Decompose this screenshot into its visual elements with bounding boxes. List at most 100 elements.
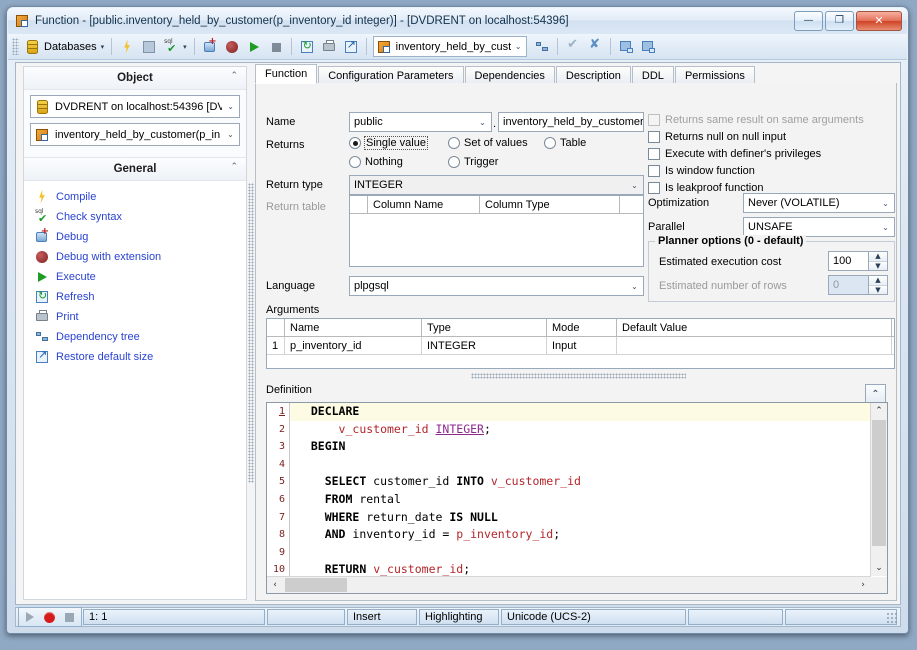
- function-name-input[interactable]: inventory_held_by_customer: [498, 112, 644, 132]
- databases-button[interactable]: Databases ▾: [21, 37, 107, 57]
- commit-record-icon[interactable]: [44, 612, 55, 623]
- tab-dependencies[interactable]: Dependencies: [465, 66, 555, 84]
- return-table-grid[interactable]: Column Name Column Type: [349, 195, 644, 267]
- spinner-down-icon[interactable]: ▼: [869, 262, 887, 271]
- databases-label: Databases: [44, 41, 97, 53]
- object-section-header[interactable]: Object ⌃: [24, 67, 246, 90]
- optimization-combo[interactable]: Never (VOLATILE) ⌄: [743, 193, 895, 213]
- scroll-right-button[interactable]: ›: [855, 577, 871, 593]
- chevron-up-icon[interactable]: ⌃: [230, 162, 238, 172]
- returns-option-set-of-values[interactable]: Set of values: [448, 137, 528, 149]
- debug-button[interactable]: [199, 37, 221, 57]
- scroll-left-button[interactable]: ‹: [267, 577, 283, 593]
- print-button[interactable]: [318, 37, 340, 57]
- code-token: [484, 474, 491, 488]
- radio-indicator: [349, 156, 361, 168]
- horizontal-scroll-thumb[interactable]: [285, 578, 347, 592]
- return-type-combo[interactable]: INTEGER ⌄: [349, 175, 644, 195]
- general-action-list: Compile Check syntax Debug Debug with ex…: [24, 181, 246, 366]
- begin-transaction-icon[interactable]: [26, 612, 34, 622]
- object-sidebar: Object ⌃ DVDRENT on localhost:54396 [DV …: [23, 66, 247, 600]
- general-item-debug[interactable]: Debug: [34, 227, 246, 246]
- toolbar-grip[interactable]: [12, 38, 19, 55]
- scroll-up-button[interactable]: ⌃: [871, 403, 887, 419]
- general-item-refresh[interactable]: Refresh: [34, 287, 246, 306]
- code-token: ;: [463, 562, 470, 576]
- definition-label: Definition: [266, 384, 312, 396]
- general-item-print[interactable]: Print: [34, 307, 246, 326]
- chevron-up-icon[interactable]: ⌃: [230, 71, 238, 81]
- cancel-button[interactable]: ✘: [584, 37, 606, 57]
- minimize-button[interactable]: —: [794, 11, 823, 31]
- database-icon: [24, 39, 40, 55]
- parallel-combo[interactable]: UNSAFE ⌄: [743, 217, 895, 237]
- function-combo[interactable]: inventory_held_by_customer(p_in ⌄: [30, 123, 240, 146]
- resize-grip[interactable]: [886, 612, 898, 624]
- estimated-execution-cost-input[interactable]: 100 ▲ ▼: [828, 251, 888, 271]
- execute-button[interactable]: [243, 37, 265, 57]
- tab-configuration-parameters[interactable]: Configuration Parameters: [318, 66, 463, 84]
- code-text-area[interactable]: DECLARE v_customer_id INTEGER; BEGIN SEL…: [290, 403, 870, 576]
- dependency-tree-button[interactable]: [531, 37, 553, 57]
- spinner-up-icon[interactable]: ▲: [869, 252, 887, 262]
- tab-description[interactable]: Description: [556, 66, 631, 84]
- language-combo[interactable]: plpgsql ⌄: [349, 276, 644, 296]
- vertical-scroll-thumb[interactable]: [872, 420, 886, 546]
- stop-button[interactable]: [265, 37, 287, 57]
- general-item-debug-with-extension[interactable]: Debug with extension: [34, 247, 246, 266]
- general-item-compile[interactable]: Compile: [34, 187, 246, 206]
- new-window-button[interactable]: [615, 37, 637, 57]
- transaction-controls[interactable]: [18, 607, 82, 627]
- chevron-down-icon: ▾: [183, 43, 187, 51]
- database-combo[interactable]: DVDRENT on localhost:54396 [DV ⌄: [30, 95, 240, 118]
- function-icon: [34, 127, 50, 143]
- execution-cost-spinner[interactable]: ▲ ▼: [868, 252, 887, 270]
- returns-option-label: Nothing: [365, 156, 403, 168]
- general-item-execute[interactable]: Execute: [34, 267, 246, 286]
- schema-combo[interactable]: public ⌄: [349, 112, 492, 132]
- tab-function[interactable]: Function: [255, 64, 317, 84]
- definition-editor[interactable]: 1 2 3 4 5 6 7 8 9 10 11 DECLARE: [266, 402, 888, 594]
- check-syntax-button[interactable]: ▾: [160, 37, 190, 57]
- tab-ddl[interactable]: DDL: [632, 66, 674, 84]
- maximize-button[interactable]: ❐: [825, 11, 854, 31]
- scroll-down-button[interactable]: ⌄: [871, 560, 887, 576]
- returns-option-trigger[interactable]: Trigger: [448, 156, 498, 168]
- returns-option-nothing[interactable]: Nothing: [349, 156, 403, 168]
- code-line: RETURN v_customer_id;: [290, 561, 870, 576]
- returns-option-table[interactable]: Table: [544, 137, 586, 149]
- restore-size-button[interactable]: [340, 37, 362, 57]
- stop-icon[interactable]: [65, 613, 74, 622]
- code-token: [297, 527, 325, 541]
- schema-value: public: [354, 116, 474, 128]
- arguments-grid[interactable]: Name Type Mode Default Value 1 p_invento…: [266, 318, 895, 369]
- save-button[interactable]: [138, 37, 160, 57]
- tab-bar: Function Configuration Parameters Depend…: [255, 65, 897, 84]
- vertical-splitter[interactable]: [248, 183, 254, 483]
- general-section-header[interactable]: General ⌃: [24, 157, 246, 181]
- checkbox-returns-null-on-null-input[interactable]: Returns null on null input: [648, 131, 786, 143]
- close-button[interactable]: ✕: [856, 11, 902, 31]
- object-selector-combo[interactable]: inventory_held_by_custor ⌄: [373, 36, 527, 57]
- general-item-restore-default-size[interactable]: Restore default size: [34, 347, 246, 366]
- table-row[interactable]: 1 p_inventory_id INTEGER Input: [267, 337, 894, 355]
- estimated-rows-label: Estimated number of rows: [659, 280, 787, 292]
- horizontal-splitter[interactable]: [471, 373, 686, 379]
- editor-vertical-scrollbar[interactable]: ⌃ ⌄: [870, 403, 887, 576]
- detach-window-button[interactable]: [637, 37, 659, 57]
- arguments-row-default: [617, 337, 892, 354]
- general-item-check-syntax[interactable]: Check syntax: [34, 207, 246, 226]
- returns-option-single-value[interactable]: Single value: [349, 137, 427, 149]
- tab-permissions[interactable]: Permissions: [675, 66, 755, 84]
- save-icon: [141, 39, 157, 55]
- refresh-button[interactable]: [296, 37, 318, 57]
- general-item-dependency-tree[interactable]: Dependency tree: [34, 327, 246, 346]
- debug-extension-button[interactable]: [221, 37, 243, 57]
- checkbox-is-window-function[interactable]: Is window function: [648, 165, 755, 177]
- checkbox-execute-with-definers-privileges[interactable]: Execute with definer's privileges: [648, 148, 821, 160]
- apply-button[interactable]: ✔: [562, 37, 584, 57]
- code-token: SELECT: [325, 474, 367, 488]
- compile-button[interactable]: [116, 37, 138, 57]
- details-pane: Function Configuration Parameters Depend…: [255, 65, 897, 601]
- editor-horizontal-scrollbar[interactable]: ‹ ›: [267, 576, 871, 593]
